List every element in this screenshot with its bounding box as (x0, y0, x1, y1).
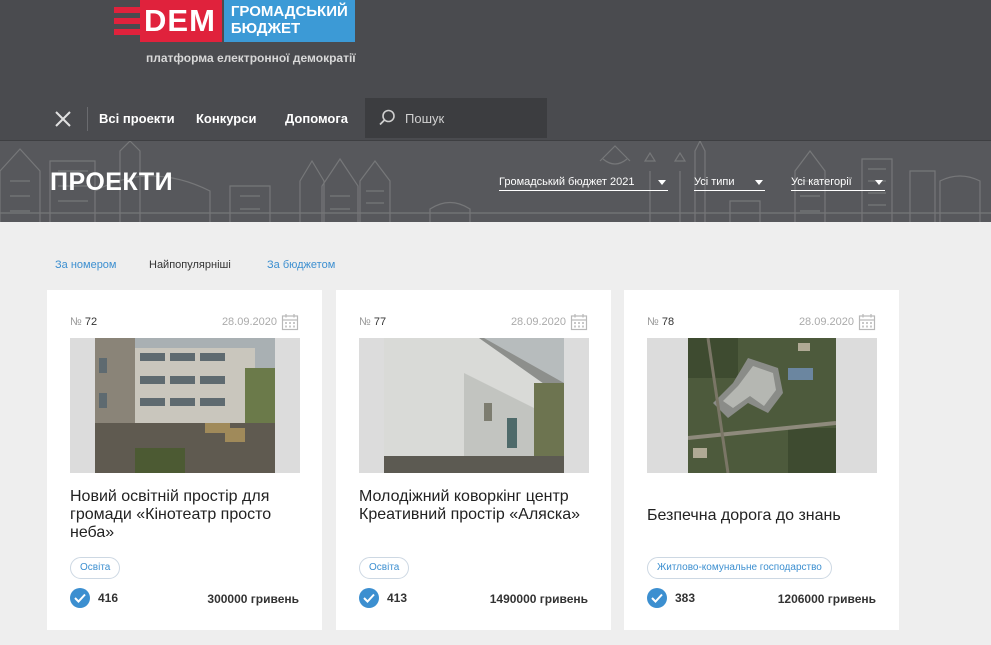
school-building-photo (95, 338, 275, 473)
project-card[interactable]: № 77 28.09.2020 Молодіжний коворкінг цен… (336, 290, 611, 630)
nav-help[interactable]: Допомога (285, 111, 348, 126)
filter-type[interactable]: Усі типи (694, 176, 765, 191)
project-budget: 1206000 гривень (777, 592, 876, 606)
vote-block: 413 (359, 588, 407, 608)
vote-count: 383 (675, 591, 696, 605)
logo-line-1: ГРОМАДСЬКИЙ (230, 3, 348, 20)
check-icon[interactable] (70, 588, 90, 608)
project-card[interactable]: № 78 28.09.2020 Безпечна дорога до знань… (624, 290, 899, 630)
white-building-photo (384, 338, 564, 473)
filter-label: Усі типи (694, 176, 735, 188)
site-header: DEM ГРОМАДСЬКИЙ БЮДЖЕТ платформа електро… (0, 0, 991, 140)
project-budget: 1490000 гривень (489, 592, 588, 606)
nav-all-projects[interactable]: Всі проекти (99, 111, 175, 126)
search-icon (379, 109, 395, 126)
vote-count: 413 (387, 591, 408, 605)
search-input[interactable] (405, 110, 535, 126)
logo-budget-text: ГРОМАДСЬКИЙ БЮДЖЕТ (223, 0, 355, 42)
project-title[interactable]: Молодіжний коворкінг центр Креативний пр… (359, 488, 594, 524)
category-tag[interactable]: Освіта (359, 557, 410, 579)
project-number: № 78 (647, 316, 675, 328)
project-card[interactable]: № 72 28.09.2020 Новий освітній простір д… (47, 290, 322, 630)
page-banner: ПРОЕКТИ Громадський бюджет 2021 Усі типи… (0, 140, 991, 222)
chevron-down-icon (875, 180, 883, 185)
check-icon[interactable] (647, 588, 667, 608)
main-nav: Всі проекти Конкурси Допомога (0, 98, 991, 138)
vote-count: 416 (98, 591, 119, 605)
project-number: № 72 (70, 316, 98, 328)
sort-by-popularity[interactable]: Найпопулярніші (149, 259, 231, 271)
filter-budget-program[interactable]: Громадський бюджет 2021 (499, 176, 668, 191)
project-date: 28.09.2020 (510, 316, 566, 328)
project-number: № 77 (359, 316, 387, 328)
chevron-down-icon (658, 180, 666, 185)
site-logo[interactable]: DEM ГРОМАДСЬКИЙ БЮДЖЕТ (114, 0, 355, 42)
project-date: 28.09.2020 (221, 316, 277, 328)
calendar-icon (281, 314, 299, 331)
project-budget: 300000 гривень (207, 592, 299, 606)
chevron-down-icon (755, 180, 763, 185)
sort-by-budget[interactable]: За бюджетом (267, 259, 335, 271)
category-tag[interactable]: Освіта (70, 557, 121, 579)
vote-block: 416 (70, 588, 118, 608)
calendar-icon (858, 314, 876, 331)
project-image[interactable] (70, 338, 300, 473)
logo-e-mark (114, 0, 140, 42)
page-title: ПРОЕКТИ (50, 168, 174, 196)
project-date: 28.09.2020 (798, 316, 854, 328)
filter-label: Громадський бюджет 2021 (499, 176, 635, 188)
category-tag[interactable]: Житлово-комунальне господарство (647, 557, 832, 579)
nav-contests[interactable]: Конкурси (196, 111, 256, 126)
filter-category[interactable]: Усі категорії (791, 176, 885, 191)
filter-label: Усі категорії (791, 176, 852, 188)
project-title[interactable]: Новий освітній простір для громади «Кіно… (70, 488, 305, 542)
satellite-map-photo (688, 338, 836, 473)
search-box (365, 98, 547, 138)
sort-by-number[interactable]: За номером (55, 259, 117, 271)
logo-line-2: БЮДЖЕТ (230, 20, 301, 37)
calendar-icon (570, 314, 588, 331)
close-menu-button[interactable] (52, 108, 74, 130)
close-icon (55, 111, 71, 127)
project-image[interactable] (359, 338, 589, 473)
check-icon[interactable] (359, 588, 379, 608)
project-title[interactable]: Безпечна дорога до знань (647, 507, 882, 525)
site-tagline: платформа електронної демократії (146, 51, 356, 65)
vote-block: 383 (647, 588, 695, 608)
project-image[interactable] (647, 338, 877, 473)
nav-divider (87, 107, 88, 131)
logo-dem-text: DEM (140, 0, 222, 42)
